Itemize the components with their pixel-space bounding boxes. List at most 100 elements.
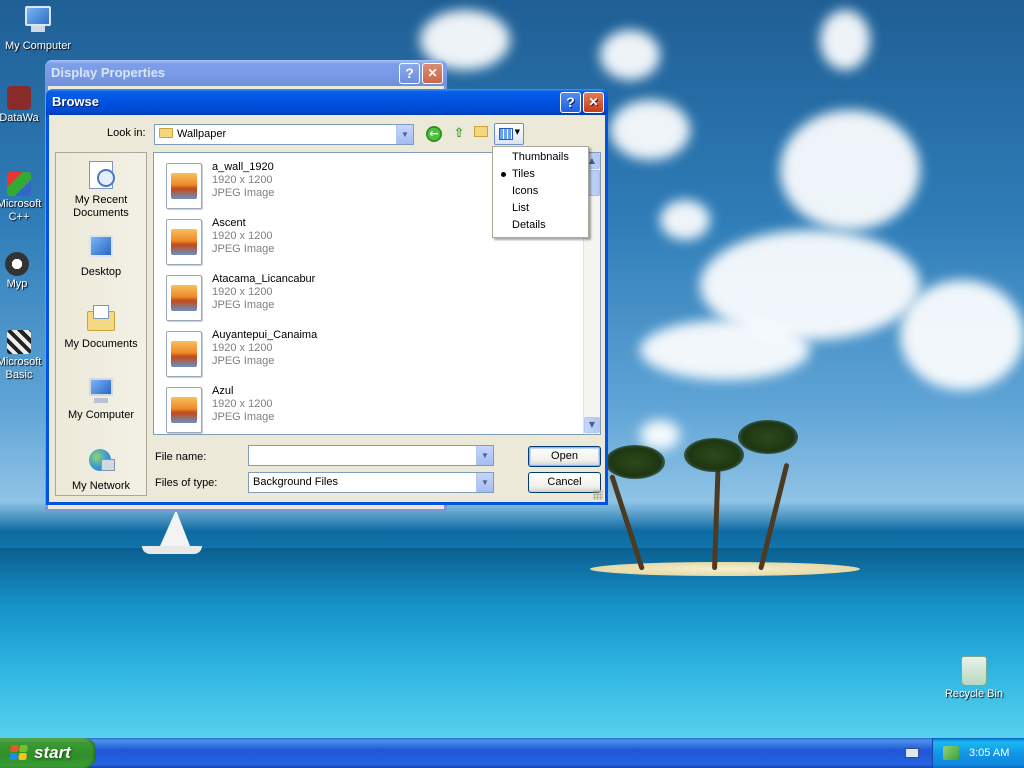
file-dimensions: 1920 x 1200: [212, 398, 273, 410]
desktop-icon: [85, 231, 117, 263]
look-in-dropdown[interactable]: Wallpaper ▼: [154, 124, 414, 145]
recent-documents-icon: [85, 159, 117, 191]
view-menu: Thumbnails Tiles Icons List Details: [492, 146, 589, 238]
menu-item-thumbnails[interactable]: Thumbnails: [493, 149, 588, 166]
places-bar: My Recent Documents Desktop My Documents…: [55, 152, 147, 496]
desktop-icon-my-computer[interactable]: My Computer: [0, 4, 76, 53]
visual-basic-icon: [7, 330, 31, 354]
desktop-icon-microsoft-cpp[interactable]: Microsoft C++: [0, 172, 48, 224]
up-folder-icon[interactable]: ⇧: [450, 125, 468, 143]
close-button[interactable]: ✕: [422, 63, 443, 84]
visual-cpp-icon: [7, 172, 31, 196]
menu-item-list[interactable]: List: [493, 200, 588, 217]
menu-item-label: Icons: [512, 185, 539, 197]
close-button[interactable]: ✕: [583, 92, 604, 113]
file-item[interactable]: Ascent 1920 x 1200 JPEG Image: [166, 217, 466, 269]
place-label: My Documents: [64, 338, 138, 350]
cancel-button[interactable]: Cancel: [528, 472, 601, 493]
look-in-label: Look in:: [107, 127, 146, 139]
menu-item-icons[interactable]: Icons: [493, 183, 588, 200]
dialog-title: Browse: [52, 94, 99, 109]
keyboard-icon[interactable]: [905, 748, 919, 758]
browse-titlebar[interactable]: Browse ? ✕: [46, 89, 608, 115]
file-dimensions: 1920 x 1200: [212, 286, 273, 298]
place-label: Desktop: [80, 266, 122, 278]
place-label: My Recent Documents: [73, 194, 129, 219]
desktop-icon-label: Microsoft C++: [0, 198, 42, 223]
scroll-down-icon[interactable]: ▼: [584, 417, 600, 433]
resize-grip[interactable]: [593, 490, 603, 500]
jpeg-file-icon: [166, 331, 202, 377]
file-type: JPEG Image: [212, 243, 275, 255]
application-icon: [7, 86, 31, 110]
recycle-bin-icon: [961, 656, 987, 686]
island: [590, 562, 860, 576]
file-item[interactable]: a_wall_1920 1920 x 1200 JPEG Image: [166, 161, 466, 213]
desktop-icon-label: Myp: [6, 278, 28, 290]
file-item[interactable]: Atacama_Licancabur 1920 x 1200 JPEG Imag…: [166, 273, 466, 325]
clock: 3:05 AM: [969, 747, 1010, 759]
file-name-input[interactable]: ▼: [248, 445, 494, 466]
file-name: Ascent: [212, 217, 246, 229]
jpeg-file-icon: [166, 219, 202, 265]
radio-dot-icon: [501, 172, 506, 177]
display-properties-titlebar[interactable]: Display Properties ? ✕: [45, 60, 447, 86]
desktop-icon-recycle-bin[interactable]: Recycle Bin: [936, 656, 1012, 701]
chevron-down-icon[interactable]: ▼: [396, 125, 413, 144]
desktop-icon-label: Recycle Bin: [944, 688, 1004, 700]
menu-item-label: Tiles: [512, 168, 535, 180]
menu-item-label: Thumbnails: [512, 151, 569, 163]
computer-icon: [22, 6, 54, 38]
file-type: JPEG Image: [212, 187, 275, 199]
back-icon[interactable]: ←: [426, 126, 442, 142]
menu-item-label: Details: [512, 219, 546, 231]
menu-item-tiles[interactable]: Tiles: [493, 166, 588, 183]
desktop-icon-label: My Computer: [4, 40, 72, 52]
chevron-down-icon[interactable]: ▼: [476, 446, 493, 465]
file-name: a_wall_1920: [212, 161, 274, 173]
start-label: start: [34, 743, 71, 762]
file-item[interactable]: Auyantepui_Canaima 1920 x 1200 JPEG Imag…: [166, 329, 466, 381]
place-label: My Computer: [67, 409, 135, 421]
computer-icon: [85, 374, 117, 406]
files-of-type-dropdown[interactable]: Background Files ▼: [248, 472, 494, 493]
file-name: Auyantepui_Canaima: [212, 329, 318, 341]
file-dimensions: 1920 x 1200: [212, 342, 273, 354]
open-button[interactable]: Open: [528, 446, 601, 467]
file-name: Atacama_Licancabur: [212, 273, 316, 285]
file-name: Azul: [212, 385, 234, 397]
place-my-computer[interactable]: My Computer: [56, 374, 146, 422]
jpeg-file-icon: [166, 163, 202, 209]
look-in-value: Wallpaper: [177, 128, 227, 140]
file-type: JPEG Image: [212, 355, 275, 367]
windows-logo-icon: [9, 745, 29, 761]
file-type: JPEG Image: [212, 299, 275, 311]
files-of-type-value: Background Files: [253, 476, 338, 488]
place-my-network[interactable]: My Network: [56, 445, 146, 493]
place-my-recent-documents[interactable]: My Recent Documents: [56, 159, 146, 220]
chevron-down-icon[interactable]: ▼: [476, 473, 493, 492]
place-desktop[interactable]: Desktop: [56, 231, 146, 279]
place-my-documents[interactable]: My Documents: [56, 303, 146, 351]
desktop-icon-label: Microsoft Basic: [0, 356, 42, 381]
menu-item-details[interactable]: Details: [493, 217, 588, 234]
network-status-icon[interactable]: [943, 746, 959, 760]
file-type: JPEG Image: [212, 411, 275, 423]
taskbar: start 3:05 AM: [0, 738, 1024, 768]
system-tray: 3:05 AM: [932, 738, 1024, 768]
start-button[interactable]: start: [0, 738, 96, 768]
menu-item-label: List: [512, 202, 530, 214]
new-folder-icon[interactable]: [472, 125, 490, 143]
desktop-icon-datawa[interactable]: DataWa: [0, 86, 48, 125]
help-button[interactable]: ?: [399, 63, 420, 84]
folder-icon: [159, 128, 173, 138]
documents-folder-icon: [85, 303, 117, 335]
desktop-icon-myp[interactable]: Myp: [0, 252, 46, 291]
view-menu-button[interactable]: ▼: [494, 123, 524, 145]
window-title: Display Properties: [51, 65, 166, 80]
desktop-icon-microsoft-basic[interactable]: Microsoft Basic: [0, 330, 48, 382]
help-button[interactable]: ?: [560, 92, 581, 113]
file-dimensions: 1920 x 1200: [212, 230, 273, 242]
view-icon: [499, 128, 513, 140]
file-item[interactable]: Azul 1920 x 1200 JPEG Image: [166, 385, 466, 434]
